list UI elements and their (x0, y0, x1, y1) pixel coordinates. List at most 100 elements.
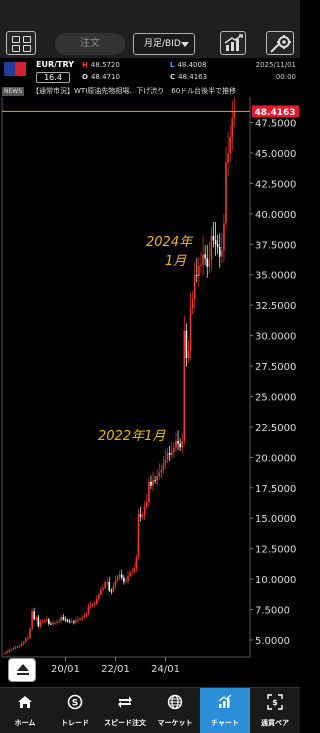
candle-body (204, 254, 206, 259)
collapse-panel-button[interactable] (8, 658, 36, 682)
candle-body (133, 568, 136, 572)
candle-body (29, 628, 31, 639)
candle-body (77, 619, 79, 621)
quote-time: 00:00 (275, 73, 296, 81)
y-tick-label: 15.0000 (255, 514, 296, 525)
close-label: C (170, 73, 176, 81)
candle-body (89, 605, 92, 607)
candle-body (39, 622, 42, 627)
high-label: H (82, 61, 88, 69)
candle-body (208, 259, 211, 267)
candle-body (221, 250, 223, 257)
chart-type-button[interactable] (220, 31, 246, 55)
low-value: 48.4008 (177, 61, 207, 69)
top-toolbar: 注文 月足/BID (0, 0, 300, 58)
period-select[interactable]: 月足/BID (133, 33, 195, 55)
candle-body (43, 620, 46, 622)
candle-body (50, 623, 52, 625)
speed-order-icon (118, 696, 132, 708)
candle-body (85, 613, 88, 617)
candle-body (18, 645, 21, 647)
candle-body (4, 652, 6, 654)
y-tick-label: 22.5000 (255, 423, 296, 434)
candle-body (114, 580, 117, 587)
candle-body (41, 621, 44, 623)
chart-settings-button[interactable] (266, 31, 294, 55)
y-tick-label: 40.0000 (255, 210, 296, 221)
candle-body (62, 616, 65, 620)
svg-text:S: S (72, 699, 78, 709)
candle-body (20, 643, 23, 646)
candle-body (200, 264, 202, 267)
candle-body (185, 330, 188, 359)
candle-body (8, 650, 10, 652)
candle-body (37, 617, 40, 627)
candle-body (171, 451, 173, 455)
candle-body (25, 638, 27, 643)
trade-icon: S (67, 694, 83, 710)
candle-body (145, 502, 148, 507)
y-tick-label: 32.5000 (255, 301, 296, 312)
y-tick-label: 30.0000 (255, 332, 296, 343)
candle-body (152, 480, 154, 486)
close-price: C 48.4163 (170, 73, 207, 81)
x-tick-label: 20/01 (51, 664, 80, 675)
candle-body (56, 621, 58, 623)
candle-body (54, 622, 56, 624)
candle-body (100, 589, 102, 595)
y-tick-label: 27.5000 (255, 362, 296, 373)
candle-body (223, 223, 225, 251)
candle-body (229, 137, 231, 154)
x-tick-label: 24/01 (151, 664, 180, 675)
nav-home-label: ホーム (14, 719, 36, 727)
nav-speed-order-label: スピード注文 (104, 719, 146, 727)
price-chart[interactable]: 48.4163 47.5000 45.0000 42.5000 40.0000 37.5… (0, 97, 300, 687)
candle-body (196, 275, 198, 276)
candle-body (68, 621, 71, 623)
news-tag: NEWS (2, 87, 25, 96)
candle-body (129, 572, 131, 576)
nav-chart-label: チャート (211, 719, 239, 727)
candle-body (83, 616, 86, 618)
eject-icon (17, 664, 29, 671)
x-axis-labels: 20/01 22/01 24/01 (51, 657, 180, 675)
candle-body (231, 118, 234, 138)
candle-body (93, 604, 96, 606)
eject-icon-bar (17, 673, 29, 675)
candle-body (214, 240, 217, 245)
order-button[interactable]: 注文 (55, 33, 125, 55)
y-tick-label: 25.0000 (255, 392, 296, 403)
candle-body (27, 638, 29, 639)
bottom-navigation: ホーム S トレード スピード注文 マーケット チャート $ 通貨ペア (0, 687, 300, 733)
candle-body (22, 642, 25, 644)
candle-body (148, 481, 150, 503)
candle-body (116, 577, 119, 581)
candle-body (141, 515, 144, 517)
candlestick-chart[interactable]: 48.4163 47.5000 45.0000 42.5000 40.0000 37.5… (0, 97, 300, 687)
candle-body (154, 480, 156, 482)
nav-market[interactable]: マーケット (150, 688, 200, 733)
period-label: 月足/BID (144, 39, 181, 49)
layout-grid-button[interactable] (6, 31, 36, 55)
nav-speed-order[interactable]: スピード注文 (100, 688, 150, 733)
nav-currency-pairs[interactable]: $ 通貨ペア (250, 688, 300, 733)
nav-chart[interactable]: チャート (200, 688, 250, 733)
candle-body (66, 620, 69, 622)
nav-market-label: マーケット (157, 719, 193, 727)
candle-body (131, 571, 133, 573)
open-value: 48.4710 (90, 73, 120, 81)
candle-body (160, 469, 163, 473)
grid-icon (12, 36, 20, 43)
candle-body (95, 599, 98, 605)
candle-body (187, 350, 190, 359)
candle-body (10, 649, 13, 651)
y-tick-label: 12.5000 (255, 545, 296, 556)
news-ticker[interactable]: NEWS 【通常市況】WTI原油先物相場、下げ渋り 60ドル台後半で推移 (0, 86, 300, 97)
y-tick-label: 45.0000 (255, 149, 296, 160)
candle-body (45, 619, 48, 621)
candle-body (118, 574, 121, 578)
candle-body (225, 162, 227, 224)
nav-trade[interactable]: S トレード (50, 688, 100, 733)
nav-home[interactable]: ホーム (0, 688, 50, 733)
annotation-2022: 2022年1月 (98, 429, 166, 444)
